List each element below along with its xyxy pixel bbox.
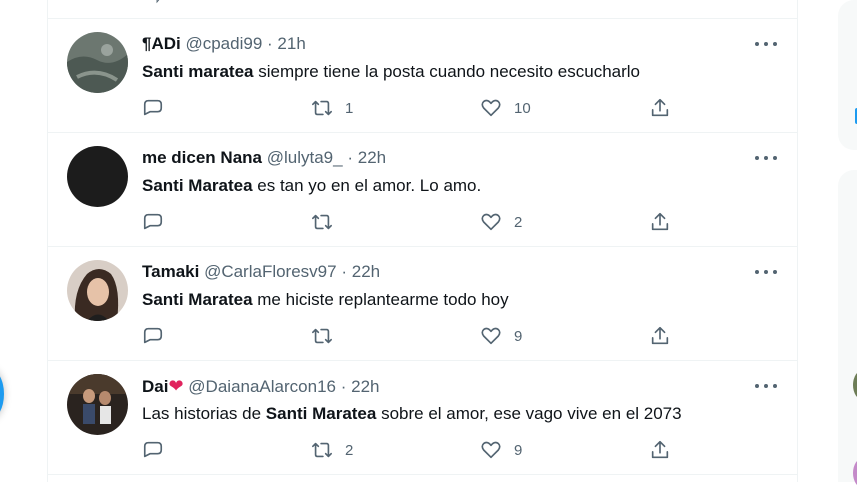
timestamp[interactable]: 22h [352,262,380,281]
avatar[interactable] [67,32,128,93]
retweet-icon[interactable] [322,0,340,4]
separator-dot: · [267,34,273,53]
retweet-count: 1 [345,99,354,117]
user-handle[interactable]: @CarlaFloresv97 [204,262,337,281]
tweet[interactable]: me dicen Nana @lulyta9_ · 22h Santi Mara… [48,133,797,247]
reply-button[interactable] [142,211,176,233]
like-icon [481,213,501,231]
tweet-text: Santi Maratea es tan yo en el amor. Lo a… [142,175,481,197]
retweet-icon [312,328,332,344]
like-count: 9 [514,327,523,345]
more-icon[interactable] [755,35,777,53]
mention: Santi Maratea [265,404,377,423]
share-button[interactable] [649,211,671,233]
separator-dot: · [341,262,347,281]
retweet-icon [312,442,332,458]
tweet-header: Dai❤ @DaianaAlarcon16 · 22h [142,376,380,397]
previous-tweet-actions [48,0,797,19]
retweet-icon [312,214,332,230]
share-icon [651,98,669,117]
like-icon [481,327,501,345]
mention: Santi maratea [142,62,254,81]
avatar[interactable] [67,146,128,207]
mention: Santi Maratea [142,290,253,309]
like-count: 9 [514,441,523,459]
avatar[interactable] [67,374,128,435]
tweet-actions: 2 9 [142,439,682,461]
tweet[interactable]: Tamaki @CarlaFloresv97 · 22h Santi Marat… [48,247,797,361]
tweet-text: Santi maratea siempre tiene la posta cua… [142,61,640,83]
text-after: siempre tiene la posta cuando necesito e… [253,62,641,81]
like-count: 2 [514,213,523,231]
share-icon [651,326,669,345]
text-after: me hiciste replantearme todo hoy [252,290,509,309]
tweet-text: Las historias de Santi Maratea sobre el … [142,403,682,425]
separator-dot: · [347,148,353,167]
mention: Santi Maratea [142,176,253,195]
like-button[interactable]: 9 [480,439,522,461]
sidebar-card [838,0,857,150]
tweet-actions: 9 [142,325,682,347]
avatar[interactable] [67,260,128,321]
reply-icon[interactable] [152,0,170,4]
share-icon [651,212,669,231]
separator-dot: · [340,377,347,396]
like-icon [481,99,501,117]
reply-icon [143,99,163,116]
text-before: Las historias de [142,404,266,423]
display-name[interactable]: me dicen Nana [142,148,262,167]
reply-button[interactable] [142,97,176,119]
like-button[interactable]: 2 [480,211,522,233]
timeline-feed: ¶ADi @cpadi99 · 21h Santi maratea siempr… [47,0,798,482]
user-handle[interactable]: @lulyta9_ [267,148,343,167]
retweet-button[interactable]: 2 [311,439,353,461]
tweet-actions: 1 10 [142,97,682,119]
retweet-icon [312,100,332,116]
user-handle[interactable]: @cpadi99 [185,34,262,53]
tweet-header: me dicen Nana @lulyta9_ · 22h [142,148,386,168]
more-icon[interactable] [755,377,777,395]
text-after: es tan yo en el amor. Lo amo. [252,176,482,195]
tweet-header: Tamaki @CarlaFloresv97 · 22h [142,262,380,282]
display-name[interactable]: ¶ADi [142,34,181,53]
tweet-actions: 2 [142,211,682,233]
sidebar-card [838,170,857,482]
compose-button-edge[interactable] [0,368,4,420]
tweet[interactable]: Dai❤ @DaianaAlarcon16 · 22h Las historia… [48,361,797,475]
like-icon[interactable] [491,0,509,4]
share-button[interactable] [649,325,671,347]
like-count: 10 [514,99,531,117]
retweet-button[interactable] [311,325,345,347]
right-sidebar-edge [838,0,857,488]
reply-icon [143,327,163,344]
retweet-button[interactable] [311,211,345,233]
tweet-header: ¶ADi @cpadi99 · 21h [142,34,306,54]
more-icon[interactable] [755,263,777,281]
share-icon [651,440,669,459]
reply-icon [143,213,163,230]
reply-icon [143,441,163,458]
share-button[interactable] [649,439,671,461]
reply-button[interactable] [142,439,176,461]
display-name[interactable]: Tamaki [142,262,199,281]
tweet[interactable]: ¶ADi @cpadi99 · 21h Santi maratea siempr… [48,19,797,133]
share-button[interactable] [649,97,671,119]
retweet-count: 2 [345,441,354,459]
like-button[interactable]: 10 [480,97,531,119]
more-icon[interactable] [755,149,777,167]
like-icon [481,441,501,459]
display-name[interactable]: Dai [142,377,168,396]
like-button[interactable]: 9 [480,325,522,347]
text-after: sobre el amor, ese vago vive en el 2073 [376,404,682,423]
share-icon[interactable] [652,0,670,4]
reply-button[interactable] [142,325,176,347]
timestamp[interactable]: 21h [277,34,305,53]
user-handle[interactable]: @DaianaAlarcon16 [188,377,336,396]
timestamp[interactable]: 22h [351,377,379,396]
tweet-text: Santi Maratea me hiciste replantearme to… [142,289,509,311]
retweet-button[interactable]: 1 [311,97,353,119]
timestamp[interactable]: 22h [358,148,386,167]
heart-emoji: ❤ [168,376,184,396]
